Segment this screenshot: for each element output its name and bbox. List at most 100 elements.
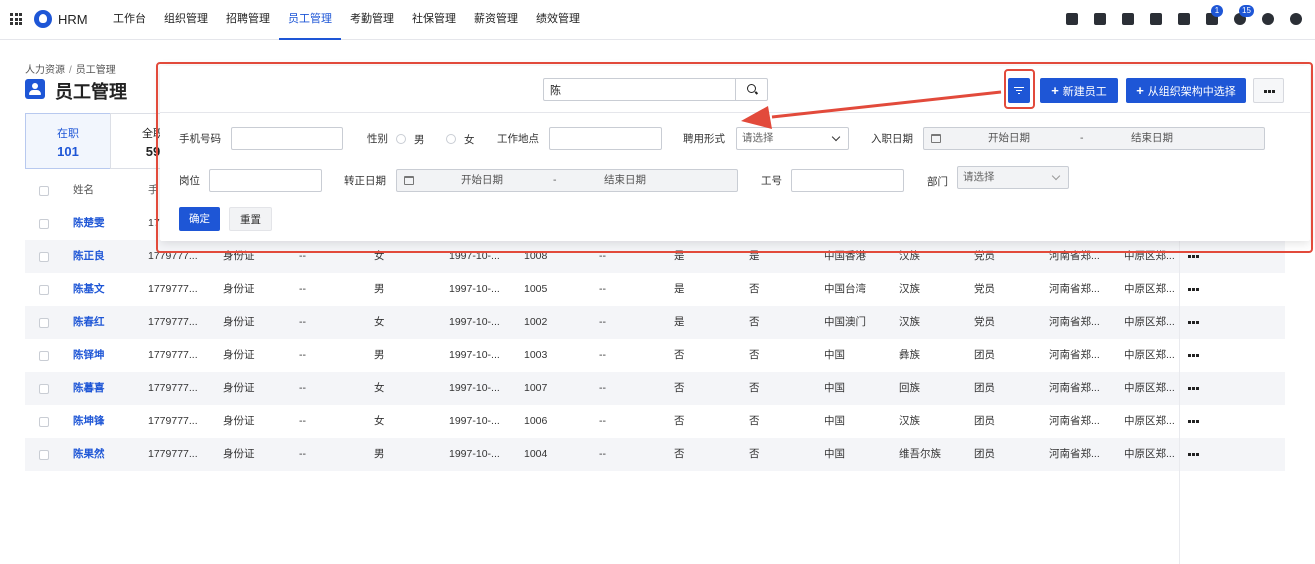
- nav-item-0[interactable]: 工作台: [104, 0, 155, 40]
- cell-politics: 党员: [974, 316, 995, 328]
- cell-name[interactable]: 陈铎坤: [73, 339, 105, 372]
- cell-name[interactable]: 陈坤锋: [73, 405, 105, 438]
- cell-country: 中国澳门: [824, 316, 866, 328]
- select-all-checkbox[interactable]: [39, 186, 49, 196]
- row-more-icon[interactable]: [1188, 354, 1199, 357]
- department-label: 部门: [927, 176, 948, 188]
- department-select[interactable]: 请选择: [957, 166, 1069, 189]
- row-checkbox[interactable]: [39, 318, 49, 328]
- department-placeholder: 请选择: [963, 171, 995, 183]
- gender-female-radio[interactable]: [446, 134, 456, 144]
- hire-date-end[interactable]: 结束日期: [1131, 128, 1173, 149]
- nav-item-1[interactable]: 组织管理: [155, 0, 217, 40]
- row-more-icon[interactable]: [1188, 387, 1199, 390]
- row-more-icon[interactable]: [1188, 288, 1199, 291]
- cell-id_type: 身份证: [223, 250, 255, 262]
- new-employee-button[interactable]: + 新建员工: [1040, 78, 1118, 103]
- row-more-icon[interactable]: [1188, 453, 1199, 456]
- row-more-icon[interactable]: [1188, 255, 1199, 258]
- app-grid-icon[interactable]: [10, 13, 22, 25]
- cell-name[interactable]: 陈正良: [73, 240, 105, 273]
- flag-icon[interactable]: 1: [1205, 5, 1223, 26]
- document-icon-shape: [1122, 13, 1134, 25]
- row-checkbox[interactable]: [39, 450, 49, 460]
- table-row: 陈暮喜 1779777... 身份证 -- 女 1997-10-... 1007 -- 否 否 中国…: [25, 372, 1285, 405]
- row-checkbox[interactable]: [39, 384, 49, 394]
- regular-date-range[interactable]: 开始日期 - 结束日期: [396, 169, 738, 192]
- employment-placeholder: 请选择: [742, 132, 774, 144]
- cell-gender: 男: [374, 448, 385, 460]
- breadcrumb-root[interactable]: 人力资源: [25, 65, 65, 76]
- user-icon[interactable]: [1093, 12, 1107, 26]
- hire-date-range[interactable]: 开始日期 - 结束日期: [923, 127, 1265, 150]
- row-checkbox[interactable]: [39, 285, 49, 295]
- cell-phone: 1779777...: [148, 316, 198, 328]
- cell-ethnicity: 彝族: [899, 349, 920, 361]
- nav-item-5[interactable]: 社保管理: [403, 0, 465, 40]
- cell-c4: --: [299, 448, 306, 460]
- gender-male-radio[interactable]: [396, 134, 406, 144]
- phone-icon[interactable]: [1149, 12, 1163, 26]
- hire-date-start[interactable]: 开始日期: [988, 128, 1030, 149]
- cell-c8: --: [599, 283, 606, 295]
- regular-date-dash: -: [553, 174, 557, 186]
- cell-country: 中国: [824, 382, 845, 394]
- search-button[interactable]: [735, 79, 767, 100]
- cell-name[interactable]: 陈春红: [73, 306, 105, 339]
- regular-date-start[interactable]: 开始日期: [461, 170, 503, 191]
- employment-select[interactable]: 请选择: [736, 127, 849, 150]
- cell-district: 中原区郑...: [1124, 250, 1175, 262]
- position-input[interactable]: [209, 169, 322, 192]
- cell-province: 河南省郑...: [1049, 448, 1100, 460]
- nav-item-3[interactable]: 员工管理: [279, 0, 341, 40]
- regular-date-end[interactable]: 结束日期: [604, 170, 646, 191]
- nav-item-2[interactable]: 招聘管理: [217, 0, 279, 40]
- help-icon[interactable]: [1261, 12, 1275, 26]
- cell-emp_no: 1007: [524, 382, 548, 394]
- row-more-icon[interactable]: [1188, 321, 1199, 324]
- cell-name[interactable]: 陈基文: [73, 273, 105, 306]
- notification-badge: 15: [1239, 5, 1254, 17]
- cell-birth: 1997-10-...: [449, 316, 500, 328]
- cell-name[interactable]: 陈暮喜: [73, 372, 105, 405]
- filter-icon: [1014, 87, 1024, 94]
- document-icon[interactable]: [1121, 12, 1135, 26]
- workplace-input[interactable]: [549, 127, 662, 150]
- cell-district: 中原区郑...: [1124, 349, 1175, 361]
- row-checkbox[interactable]: [39, 417, 49, 427]
- emp-no-input[interactable]: [791, 169, 904, 192]
- row-checkbox[interactable]: [39, 252, 49, 262]
- breadcrumb-separator: /: [69, 65, 72, 76]
- confirm-button[interactable]: 确定: [179, 207, 220, 231]
- row-checkbox[interactable]: [39, 219, 49, 229]
- cell-name[interactable]: 陈楚雯: [73, 207, 105, 240]
- cell-politics: 团员: [974, 382, 995, 394]
- nav-item-6[interactable]: 薪资管理: [465, 0, 527, 40]
- bell-icon[interactable]: 15: [1233, 5, 1254, 26]
- calendar-check-icon[interactable]: [1065, 12, 1079, 26]
- row-checkbox[interactable]: [39, 351, 49, 361]
- cell-district: 中原区郑...: [1124, 382, 1175, 394]
- select-from-org-button[interactable]: + 从组织架构中选择: [1126, 78, 1246, 103]
- header-phone: 手: [148, 184, 159, 196]
- cell-birth: 1997-10-...: [449, 415, 500, 427]
- reset-button[interactable]: 重置: [229, 207, 272, 231]
- filter-panel: +新建员工 +从组织架构中选择 手机号码 性别 男 女 工作地点 聘用形式 请选…: [160, 66, 1310, 241]
- more-actions-button[interactable]: [1253, 78, 1284, 103]
- top-icons: 1 15: [1065, 5, 1303, 28]
- filter-toggle-button[interactable]: [1008, 78, 1030, 103]
- search-input[interactable]: [544, 79, 734, 100]
- gender-label: 性别: [367, 133, 388, 145]
- tab-on-job[interactable]: 在职 101: [25, 113, 111, 169]
- employment-label: 聘用形式: [683, 133, 725, 145]
- cell-c4: --: [299, 415, 306, 427]
- settings-icon[interactable]: [1289, 12, 1303, 26]
- calendar-icon[interactable]: [1177, 12, 1191, 26]
- nav-item-4[interactable]: 考勤管理: [341, 0, 403, 40]
- cell-c8: --: [599, 415, 606, 427]
- cell-name[interactable]: 陈果然: [73, 438, 105, 471]
- phone-input[interactable]: [231, 127, 343, 150]
- row-more-icon[interactable]: [1188, 420, 1199, 423]
- cell-ethnicity: 汉族: [899, 316, 920, 328]
- nav-item-7[interactable]: 绩效管理: [527, 0, 589, 40]
